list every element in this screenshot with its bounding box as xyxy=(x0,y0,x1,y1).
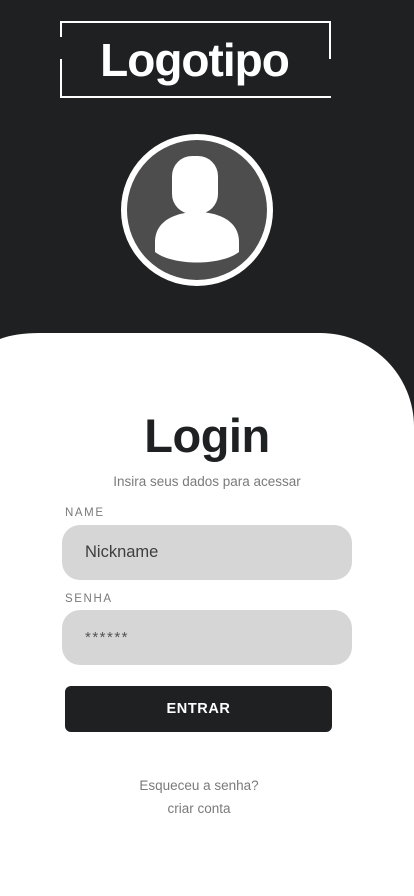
logo: Logotipo xyxy=(100,34,290,86)
create-account-link[interactable]: criar conta xyxy=(0,800,398,818)
page-subtitle: Insira seus dados para acessar xyxy=(113,474,301,489)
password-input[interactable] xyxy=(62,610,352,665)
page-title: Login xyxy=(144,409,270,462)
forgot-password-link[interactable]: Esqueceu a senha? xyxy=(0,777,398,795)
name-input[interactable] xyxy=(62,525,352,580)
password-label: SENHA xyxy=(65,593,113,605)
name-label: NAME xyxy=(65,507,105,519)
user-avatar-icon xyxy=(127,140,267,280)
submit-button[interactable]: ENTRAR xyxy=(65,686,332,732)
avatar[interactable] xyxy=(121,134,273,286)
panel-corner xyxy=(0,333,40,339)
